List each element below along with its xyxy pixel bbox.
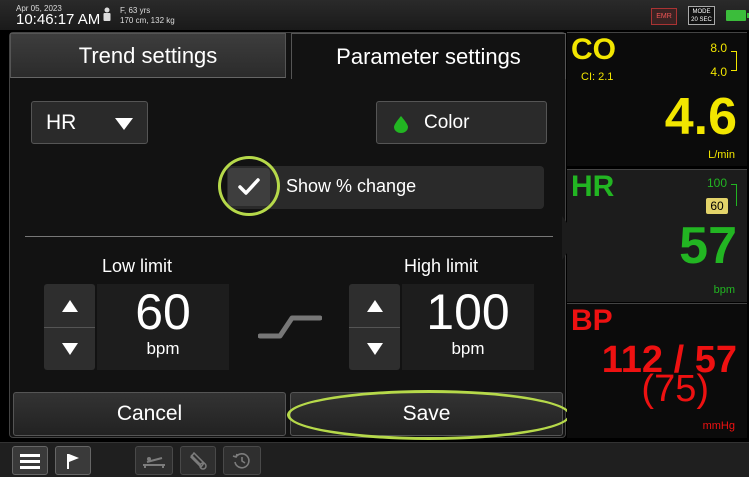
mode-label: MODE	[692, 9, 711, 15]
triangle-down-icon	[366, 343, 383, 355]
high-limit-stepper: 100 bpm	[349, 284, 534, 370]
mode-button[interactable]: MODE 20 SEC	[688, 6, 715, 25]
settings-panel	[9, 32, 566, 438]
high-limit-title: High limit	[403, 256, 478, 276]
menu-icon	[20, 453, 40, 469]
co-tile[interactable]: CO CI: 2.1 8.0 4.0 4.6 L/min	[567, 32, 747, 166]
co-limit-low: 4.0	[710, 65, 727, 79]
co-limit-high: 8.0	[710, 41, 727, 55]
bed-button[interactable]	[135, 446, 173, 475]
co-value: 4.6	[664, 88, 737, 146]
history-button[interactable]	[223, 446, 261, 475]
bottom-toolbar	[0, 442, 749, 477]
low-limit-arrows	[44, 284, 95, 370]
highlight-ring-save	[287, 390, 571, 440]
hr-tile[interactable]: HR 100 60 57 bpm	[567, 169, 747, 302]
emr-button[interactable]: EMR	[651, 8, 677, 25]
co-limit-bracket	[731, 51, 737, 71]
low-limit-title: Low limit	[101, 256, 172, 276]
low-limit-unit: bpm	[146, 339, 180, 358]
hr-limit-high: 100	[706, 176, 727, 190]
patient-measurements: 170 cm, 132 kg	[120, 16, 175, 25]
parameter-select[interactable]: HR	[31, 101, 148, 144]
flag-icon	[67, 453, 79, 469]
bp-mean: (75)	[641, 368, 709, 410]
flag-button[interactable]	[55, 446, 91, 475]
low-limit-increment-button[interactable]	[44, 284, 95, 327]
patient-demographics: F, 63 yrs	[120, 6, 151, 15]
mode-value: 20 SEC	[691, 17, 712, 23]
high-limit-decrement-button[interactable]	[349, 327, 400, 370]
status-bar: Apr 05, 2023 10:46:17 AM F, 63 yrs 170 c…	[0, 0, 749, 30]
time-text: 10:46:17 AM	[16, 11, 101, 28]
ci-value: CI: 2.1	[581, 71, 614, 83]
cuff-icon	[190, 451, 207, 470]
bp-unit: mmHg	[702, 420, 735, 432]
low-limit-decrement-button[interactable]	[44, 327, 95, 370]
hr-unit: bpm	[713, 284, 735, 296]
limit-range-icon	[258, 315, 322, 339]
low-limit-stepper: 60 bpm	[44, 284, 229, 370]
co-label: CO	[571, 33, 616, 66]
droplet-icon	[394, 116, 408, 133]
high-limit-value: 100	[426, 284, 510, 340]
bp-tile[interactable]: BP 112 / 57 (75) mmHg	[567, 303, 747, 438]
low-limit-value-box[interactable]: 60 bpm	[97, 284, 229, 370]
cuff-button[interactable]	[180, 446, 216, 475]
color-button-label: Color	[424, 111, 470, 133]
high-limit-increment-button[interactable]	[349, 284, 400, 327]
parameter-select-value: HR	[46, 110, 77, 134]
selected-parameter-pointer	[562, 216, 578, 260]
divider	[25, 236, 553, 237]
hr-label: HR	[571, 170, 615, 203]
chevron-down-icon	[115, 118, 133, 130]
high-limit-arrows	[349, 284, 400, 370]
triangle-up-icon	[61, 299, 78, 312]
hr-value: 57	[679, 217, 737, 275]
show-change-label: Show % change	[286, 176, 417, 196]
low-limit-value: 60	[135, 284, 191, 340]
tab-trend-settings[interactable]: Trend settings	[10, 33, 286, 78]
color-button[interactable]: Color	[376, 101, 547, 144]
hr-limit-low: 60	[706, 198, 728, 214]
co-unit: L/min	[708, 149, 735, 161]
patient-icon	[103, 7, 111, 21]
battery-icon	[726, 10, 749, 21]
menu-button[interactable]	[12, 446, 48, 475]
history-icon	[232, 452, 250, 469]
high-limit-unit: bpm	[451, 339, 485, 358]
cancel-button[interactable]: Cancel	[13, 392, 286, 436]
highlight-ring-checkbox	[218, 156, 280, 216]
triangle-down-icon	[61, 343, 78, 355]
tab-parameter-settings[interactable]: Parameter settings	[291, 33, 566, 79]
bp-label: BP	[571, 304, 613, 337]
high-limit-value-box[interactable]: 100 bpm	[402, 284, 534, 370]
bed-icon	[143, 456, 165, 468]
hr-limit-bracket	[731, 184, 737, 206]
triangle-up-icon	[366, 299, 383, 312]
